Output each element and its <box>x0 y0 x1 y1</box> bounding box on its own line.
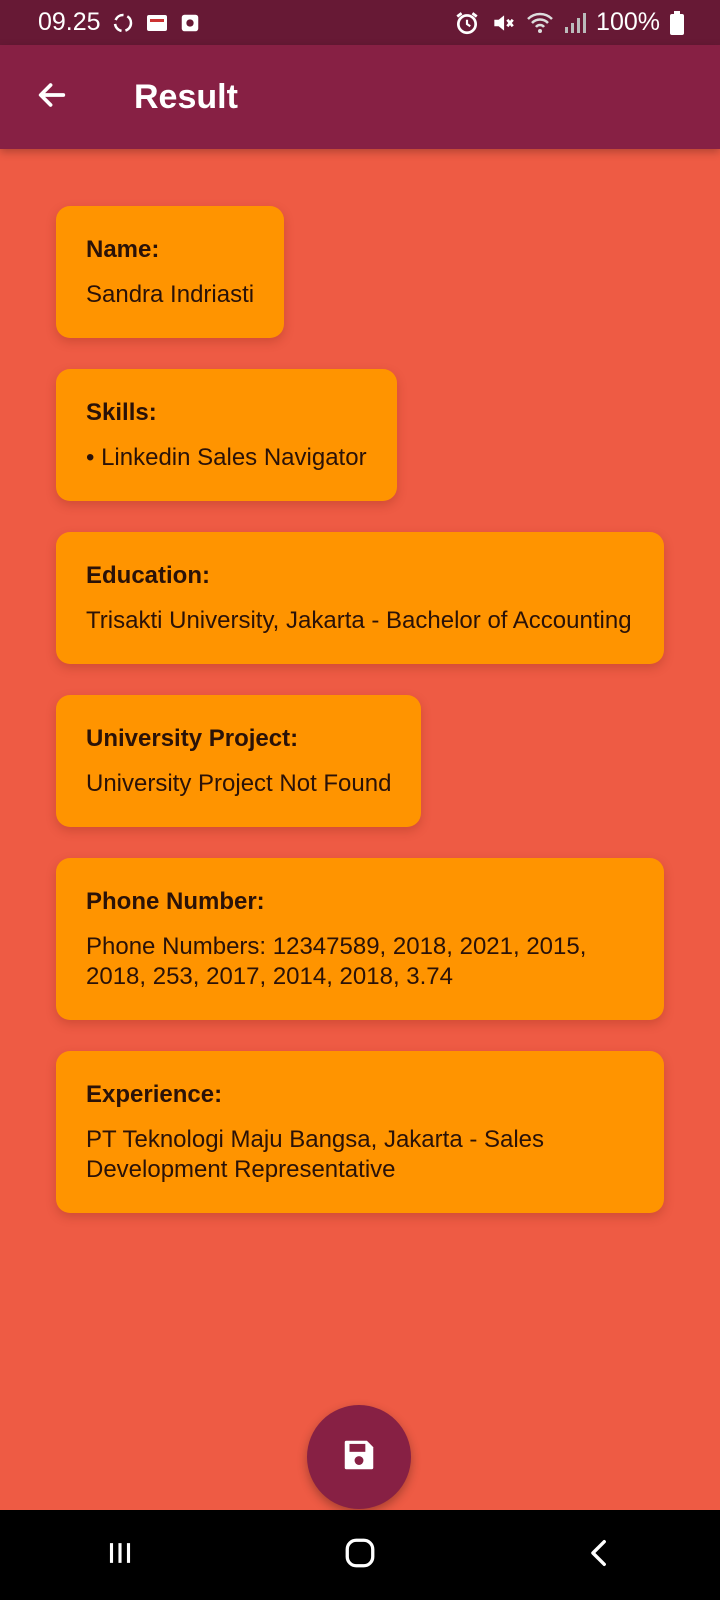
signal-icon <box>564 11 587 35</box>
wifi-icon <box>526 10 554 36</box>
university-project-label: University Project: <box>86 725 299 752</box>
skills-value: • Linkedin Sales Navigator <box>86 444 367 471</box>
save-button[interactable] <box>307 1405 411 1509</box>
sync-icon <box>111 11 135 35</box>
education-label: Education: <box>86 562 210 589</box>
alarm-icon <box>454 10 480 36</box>
status-bar: 09.25 100% <box>0 0 720 45</box>
nav-back-button[interactable] <box>540 1510 660 1600</box>
education-value: Trisakti University, Jakarta - Bachelor … <box>86 607 632 634</box>
arrow-left-icon <box>35 78 69 117</box>
save-icon <box>340 1436 378 1479</box>
experience-card: Experience: PT Teknologi Maju Bangsa, Ja… <box>56 1051 664 1213</box>
status-time: 09.25 <box>38 8 101 36</box>
phone-card: Phone Number: Phone Numbers: 12347589, 2… <box>56 858 664 1020</box>
name-value: Sandra Indriasti <box>86 281 255 308</box>
back-button[interactable] <box>0 45 104 149</box>
battery-percent: 100% <box>596 8 660 36</box>
home-icon <box>342 1535 378 1576</box>
experience-value: PT Teknologi Maju Bangsa, Jakarta - Sale… <box>86 1126 545 1183</box>
status-left: 09.25 <box>38 8 201 37</box>
name-card: Name: Sandra Indriasti <box>56 206 285 338</box>
back-icon <box>583 1536 617 1575</box>
app-bar: Result <box>0 45 720 149</box>
status-right: 100% <box>454 8 684 37</box>
phone-label: Phone Number: <box>86 888 265 915</box>
experience-label: Experience: <box>86 1081 223 1108</box>
skills-label: Skills: <box>86 399 157 426</box>
news-icon <box>145 11 169 35</box>
recents-button[interactable] <box>60 1510 180 1600</box>
university-project-value: University Project Not Found <box>86 770 392 797</box>
mute-icon <box>490 10 516 36</box>
education-card: Education: Trisakti University, Jakarta … <box>56 532 664 664</box>
name-label: Name: <box>86 236 160 263</box>
skills-card: Skills: • Linkedin Sales Navigator <box>56 369 397 501</box>
home-button[interactable] <box>300 1510 420 1600</box>
recorder-icon <box>179 12 201 34</box>
phone-value: Phone Numbers: 12347589, 2018, 2021, 201… <box>86 933 587 990</box>
system-nav-bar <box>0 1510 720 1600</box>
university-project-card: University Project: University Project N… <box>56 695 422 827</box>
page-title: Result <box>134 77 238 116</box>
battery-icon <box>670 10 684 35</box>
recents-icon <box>103 1536 137 1575</box>
result-list: Name: Sandra Indriasti Skills: • Linkedi… <box>56 206 664 1213</box>
